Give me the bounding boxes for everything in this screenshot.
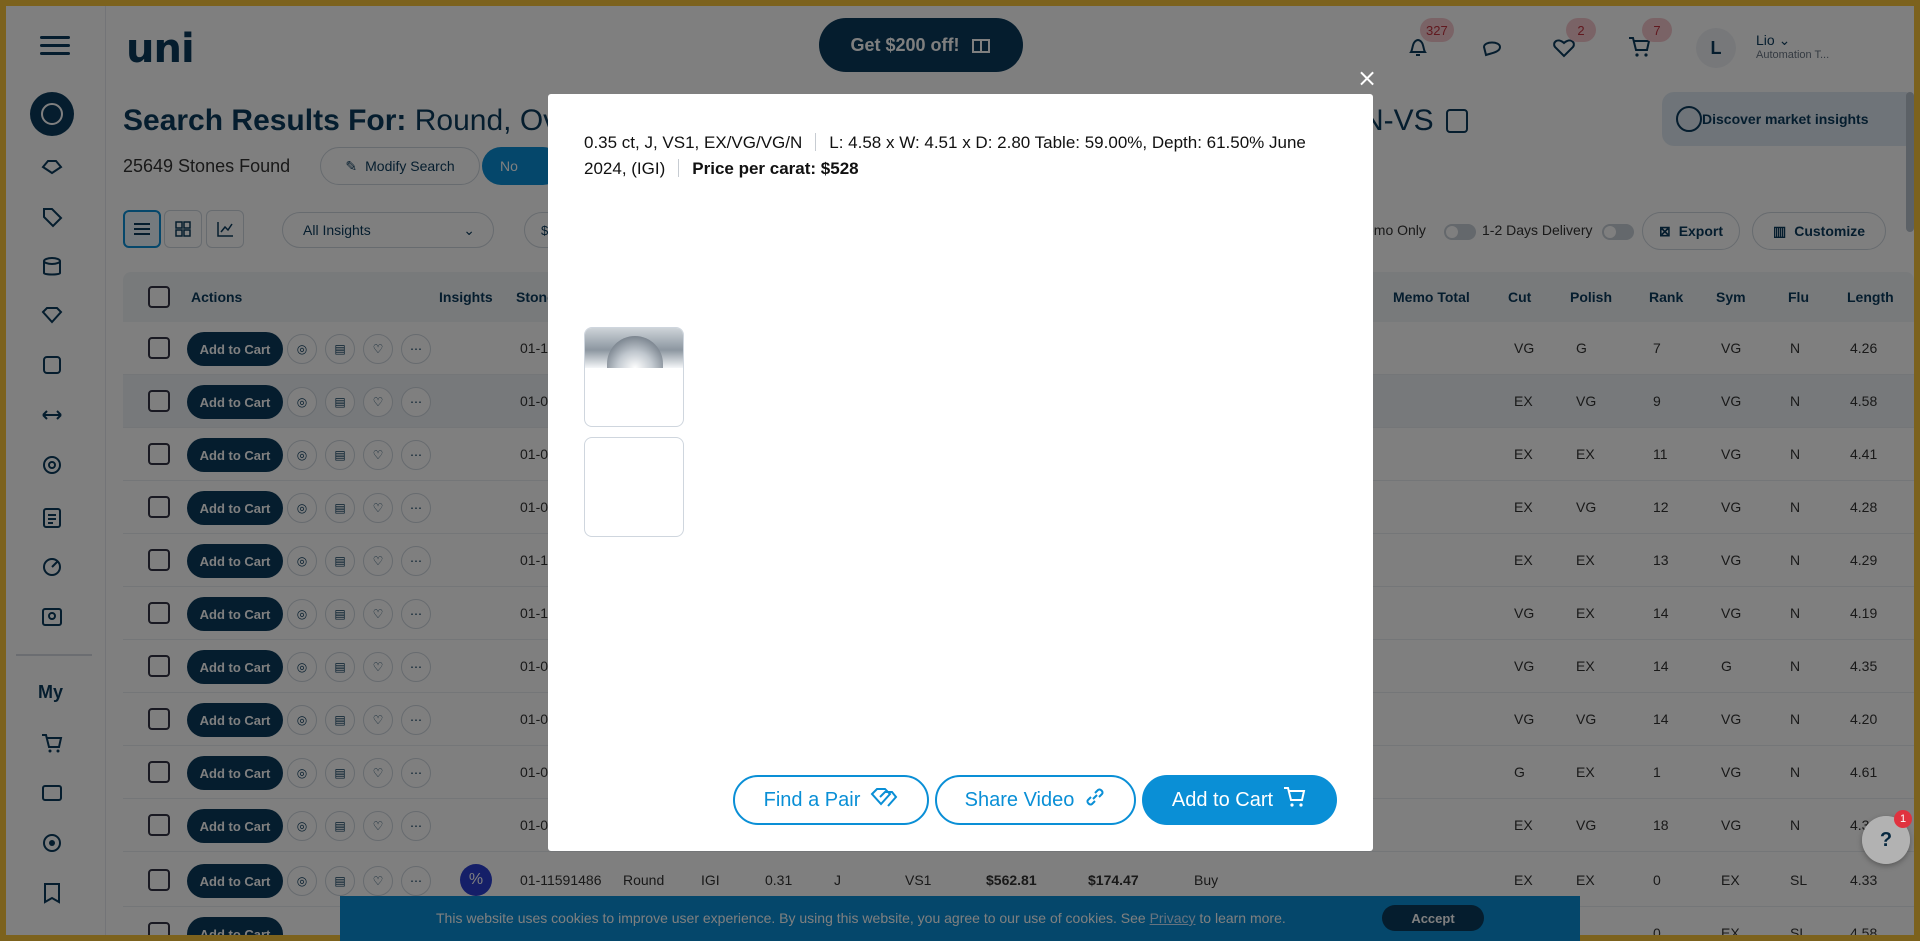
divider (815, 133, 817, 151)
share-video-button[interactable]: Share Video (935, 775, 1136, 825)
add-to-cart-label: Add to Cart (1171, 788, 1274, 811)
cookie-banner-dim (340, 896, 1580, 941)
diamond-image-thumbnail[interactable] (584, 327, 684, 427)
diamond-pair-icon (870, 786, 898, 814)
stone-video-modal: 0.35 ct, J, VS1, EX/VG/VG/N L: 4.58 x W: … (548, 94, 1373, 851)
divider (678, 159, 680, 177)
stone-description: 0.35 ct, J, VS1, EX/VG/VG/N L: 4.58 x W: … (584, 130, 1344, 182)
video-thumbnail[interactable] (584, 437, 684, 537)
add-to-cart-button[interactable]: Add to Cart (1142, 775, 1337, 825)
find-pair-label: Find a Pair (763, 788, 861, 811)
price-per-carat: Price per carat: $528 (692, 159, 859, 178)
help-badge: 1 (1894, 810, 1912, 828)
find-pair-button[interactable]: Find a Pair (733, 775, 929, 825)
stone-specs: 0.35 ct, J, VS1, EX/VG/VG/N (584, 133, 803, 152)
cart-icon (1283, 786, 1307, 814)
close-icon[interactable]: × (1355, 64, 1379, 92)
share-video-label: Share Video (964, 788, 1075, 811)
link-icon (1084, 786, 1106, 814)
